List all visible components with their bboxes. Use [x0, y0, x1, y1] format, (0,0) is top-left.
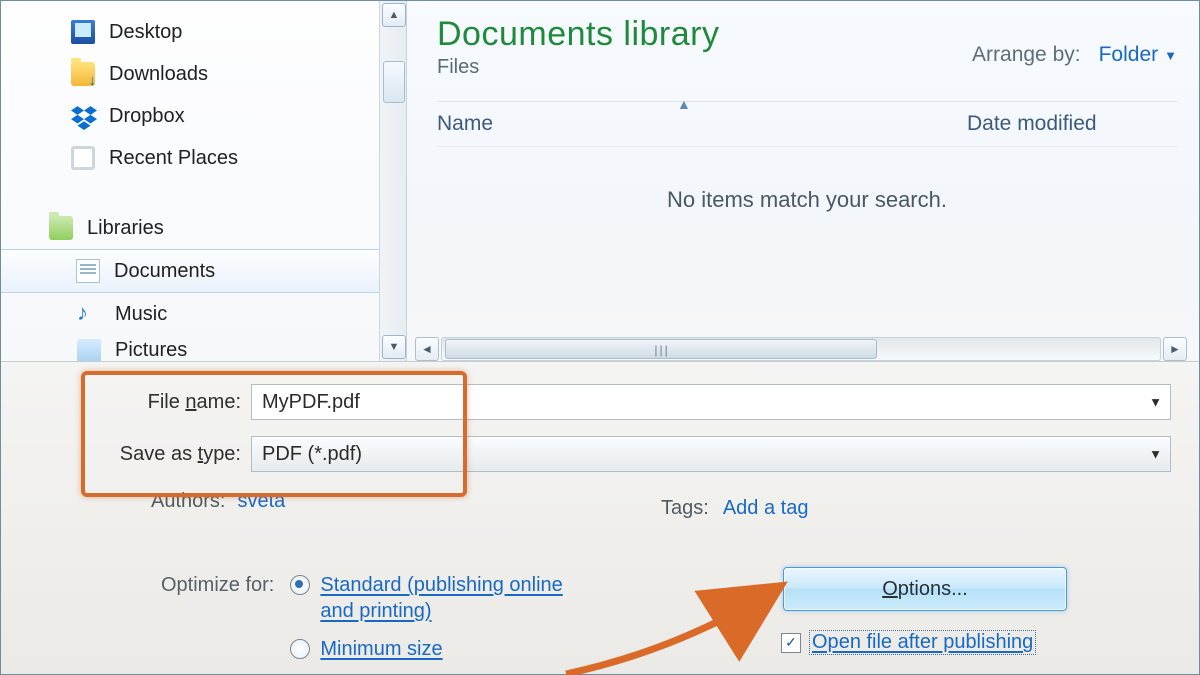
filename-input[interactable]: MyPDF.pdf ▼ — [251, 384, 1171, 420]
optimize-for-label: Optimize for: — [161, 574, 274, 597]
save-options-panel: File name: MyPDF.pdf ▼ Save as type: PDF… — [1, 361, 1199, 674]
tree-item-pictures[interactable]: Pictures — [1, 335, 380, 361]
type-dropdown-icon[interactable]: ▼ — [1149, 447, 1162, 462]
nav-tree-pane: Desktop Downloads Dropbox Recent Places — [1, 1, 407, 361]
tree-item-documents[interactable]: Documents — [1, 249, 380, 293]
filename-value: MyPDF.pdf — [262, 391, 360, 414]
authors-label: Authors: — [151, 490, 225, 513]
chevron-down-icon: ▼ — [1164, 48, 1177, 63]
music-icon — [77, 302, 101, 326]
open-after-publishing-label: Open file after publishing — [809, 630, 1036, 655]
optimize-standard-radio[interactable]: Standard (publishing online and printing… — [290, 572, 580, 624]
tree-item-desktop[interactable]: Desktop — [1, 11, 380, 53]
radio-checked-icon — [290, 575, 310, 595]
column-headers: ▲ Name Date modified — [437, 101, 1177, 147]
tree-item-dropbox[interactable]: Dropbox — [1, 95, 380, 137]
tags-label: Tags: — [661, 497, 709, 520]
monitor-icon — [71, 20, 95, 44]
sidebar-scrollbar[interactable]: ▲ ▼ — [379, 1, 406, 361]
arrange-value-dropdown[interactable]: Folder ▼ — [1099, 43, 1177, 67]
tree-item-music[interactable]: Music — [1, 293, 380, 335]
empty-message: No items match your search. — [437, 187, 1177, 213]
scroll-down-button[interactable]: ▼ — [382, 335, 406, 359]
tree-label: Recent Places — [109, 147, 238, 170]
save-as-type-label: Save as type: — [1, 443, 251, 466]
sort-ascending-icon: ▲ — [677, 96, 691, 112]
arrange-by: Arrange by: Folder ▼ — [972, 43, 1177, 67]
hscroll-thumb[interactable]: ||| — [445, 339, 877, 359]
tree-label: Dropbox — [109, 105, 185, 128]
arrange-label: Arrange by: — [972, 43, 1081, 67]
dropbox-icon — [71, 104, 95, 128]
radio-unchecked-icon — [290, 639, 310, 659]
optimize-minimum-label: Minimum size — [320, 636, 442, 662]
checkbox-checked-icon: ✓ — [781, 633, 801, 653]
filename-label: File name: — [1, 391, 251, 414]
nav-tree: Desktop Downloads Dropbox Recent Places — [1, 11, 380, 361]
filename-dropdown-icon[interactable]: ▼ — [1149, 395, 1162, 410]
pictures-icon — [77, 339, 101, 361]
tree-section-libraries[interactable]: Libraries — [1, 207, 380, 249]
scroll-right-button[interactable]: ► — [1163, 337, 1187, 361]
save-as-type-dropdown[interactable]: PDF (*.pdf) ▼ — [251, 436, 1171, 472]
tree-label: Documents — [114, 260, 215, 283]
tree-label: Downloads — [109, 63, 208, 86]
column-header-date[interactable]: Date modified — [967, 112, 1177, 136]
scroll-thumb[interactable] — [383, 61, 405, 103]
scroll-up-button[interactable]: ▲ — [382, 3, 406, 27]
libraries-icon — [49, 216, 73, 240]
column-header-name[interactable]: Name — [437, 112, 967, 136]
save-as-type-value: PDF (*.pdf) — [262, 443, 362, 466]
tree-label: Pictures — [115, 339, 187, 361]
document-icon — [76, 259, 100, 283]
tree-item-downloads[interactable]: Downloads — [1, 53, 380, 95]
downloads-folder-icon — [71, 62, 95, 86]
options-button[interactable]: Options... — [783, 567, 1067, 611]
recent-places-icon — [71, 146, 95, 170]
optimize-standard-label: Standard (publishing online and printing… — [320, 572, 580, 624]
save-as-dialog: Desktop Downloads Dropbox Recent Places — [0, 0, 1200, 675]
authors-value[interactable]: sveta — [237, 490, 285, 513]
tree-label: Music — [115, 303, 167, 326]
tree-label: Desktop — [109, 21, 182, 44]
tree-item-recent[interactable]: Recent Places — [1, 137, 380, 179]
scroll-left-button[interactable]: ◄ — [415, 337, 439, 361]
optimize-minimum-radio[interactable]: Minimum size — [290, 636, 580, 662]
tree-label: Libraries — [87, 217, 164, 240]
file-list-pane: Documents library Files Arrange by: Fold… — [407, 1, 1199, 361]
horizontal-scrollbar[interactable]: ◄ ||| ► — [415, 337, 1187, 361]
open-after-publishing-checkbox[interactable]: ✓ Open file after publishing — [781, 630, 1036, 655]
tags-value[interactable]: Add a tag — [723, 497, 809, 520]
